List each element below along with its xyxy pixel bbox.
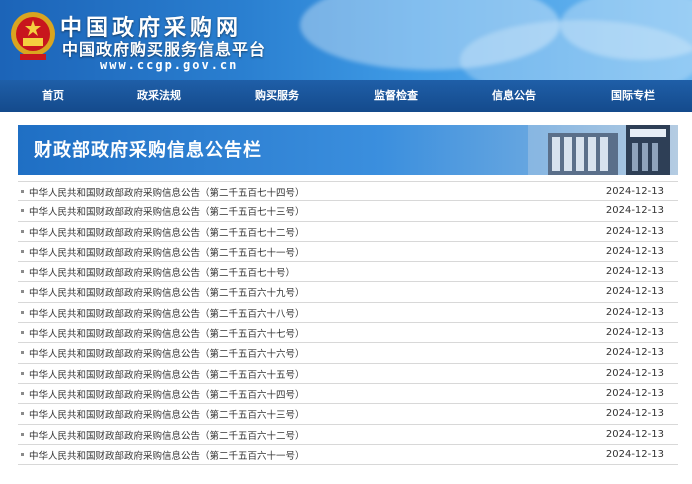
nav-item-supervision[interactable]: 监督检查 — [363, 80, 429, 112]
list-item: 中华人民共和国财政部政府采购信息公告（第二千五百七十一号） 2024-12-13 — [18, 242, 678, 263]
notice-list: 中华人民共和国财政部政府采购信息公告（第二千五百七十四号） 2024-12-13 中… — [18, 181, 678, 466]
site-header: 中国政府采购网 中国政府购买服务信息平台 www.ccgp.gov.cn — [0, 0, 692, 80]
list-item: 中华人民共和国财政部政府采购信息公告（第二千五百七十三号） 2024-12-13 — [18, 201, 678, 222]
nav-item-announcements[interactable]: 信息公告 — [481, 80, 547, 112]
list-item: 中华人民共和国财政部政府采购信息公告（第二千五百六十六号） 2024-12-13 — [18, 343, 678, 364]
bullet-icon — [21, 391, 24, 395]
notice-date: 2024-12-13 — [605, 245, 664, 257]
list-item: 中华人民共和国财政部政府采购信息公告（第二千五百七十四号） 2024-12-13 — [18, 181, 678, 202]
notice-title-link[interactable]: 中华人民共和国财政部政府采购信息公告（第二千五百六十七号） — [29, 326, 305, 340]
notice-title-link[interactable]: 中华人民共和国财政部政府采购信息公告（第二千五百七十四号） — [29, 185, 305, 199]
bullet-icon — [21, 310, 24, 314]
nav-item-home[interactable]: 首页 — [20, 80, 86, 112]
list-item: 中华人民共和国财政部政府采购信息公告（第二千五百六十三号） 2024-12-13 — [18, 404, 678, 425]
notice-date: 2024-12-13 — [605, 367, 664, 379]
notice-title-link[interactable]: 中华人民共和国财政部政府采购信息公告（第二千五百七十三号） — [29, 204, 305, 218]
list-item: 中华人民共和国财政部政府采购信息公告（第二千五百六十七号） 2024-12-13 — [18, 323, 678, 344]
notice-date: 2024-12-13 — [605, 448, 664, 460]
notice-title-link[interactable]: 中华人民共和国财政部政府采购信息公告（第二千五百六十三号） — [29, 407, 305, 421]
list-item: 中华人民共和国财政部政府采购信息公告（第二千五百六十九号） 2024-12-13 — [18, 282, 678, 303]
notice-title-link[interactable]: 中华人民共和国财政部政府采购信息公告（第二千五百六十九号） — [29, 285, 305, 299]
notice-date: 2024-12-13 — [605, 266, 664, 278]
bullet-icon — [21, 229, 24, 233]
bullet-icon — [21, 190, 24, 193]
notice-date: 2024-12-13 — [605, 306, 664, 318]
notice-date: 2024-12-13 — [605, 205, 664, 217]
main-nav: 首页 政采法规 购买服务 监督检查 信息公告 国际专栏 — [0, 80, 692, 112]
bullet-icon — [21, 290, 24, 294]
notice-title-link[interactable]: 中华人民共和国财政部政府采购信息公告（第二千五百六十四号） — [29, 387, 305, 401]
notice-title-link[interactable]: 中华人民共和国财政部政府采购信息公告（第二千五百六十五号） — [29, 367, 305, 381]
board-header: 财政部政府采购信息公告栏 — [18, 125, 678, 175]
bullet-icon — [21, 371, 24, 375]
notice-title-link[interactable]: 中华人民共和国财政部政府采购信息公告（第二千五百六十二号） — [29, 428, 305, 442]
bullet-icon — [21, 432, 24, 436]
nav-item-international[interactable]: 国际专栏 — [600, 80, 666, 112]
list-item: 中华人民共和国财政部政府采购信息公告（第二千五百六十五号） 2024-12-13 — [18, 364, 678, 384]
notice-date: 2024-12-13 — [605, 225, 664, 237]
notice-date: 2024-12-13 — [605, 428, 664, 440]
list-item: 中华人民共和国财政部政府采购信息公告（第二千五百六十八号） 2024-12-13 — [18, 303, 678, 324]
bullet-icon — [21, 270, 24, 274]
notice-date: 2024-12-13 — [605, 327, 664, 339]
nav-item-purchase-services[interactable]: 购买服务 — [244, 80, 310, 112]
notice-title-link[interactable]: 中华人民共和国财政部政府采购信息公告（第二千五百六十一号） — [29, 448, 305, 462]
site-url: www.ccgp.gov.cn — [100, 58, 239, 72]
bullet-icon — [21, 209, 24, 213]
notice-date: 2024-12-13 — [605, 347, 664, 359]
notice-date: 2024-12-13 — [605, 408, 664, 420]
list-item: 中华人民共和国财政部政府采购信息公告（第二千五百六十一号） 2024-12-13 — [18, 445, 678, 466]
nav-item-regulations[interactable]: 政采法规 — [126, 80, 192, 112]
notice-title-link[interactable]: 中华人民共和国财政部政府采购信息公告（第二千五百六十八号） — [29, 306, 305, 320]
bullet-icon — [21, 412, 24, 416]
notice-date: 2024-12-13 — [605, 387, 664, 399]
bullet-icon — [21, 249, 24, 253]
building-image — [528, 125, 678, 175]
notice-title-link[interactable]: 中华人民共和国财政部政府采购信息公告（第二千五百六十六号） — [29, 346, 305, 360]
bullet-icon — [21, 351, 24, 355]
list-item: 中华人民共和国财政部政府采购信息公告（第二千五百七十号） 2024-12-13 — [18, 262, 678, 283]
notice-date: 2024-12-13 — [605, 186, 664, 197]
list-item: 中华人民共和国财政部政府采购信息公告（第二千五百六十四号） 2024-12-13 — [18, 384, 678, 405]
notice-date: 2024-12-13 — [605, 286, 664, 298]
notice-title-link[interactable]: 中华人民共和国财政部政府采购信息公告（第二千五百七十二号） — [29, 225, 305, 239]
bullet-icon — [21, 331, 24, 335]
notice-title-link[interactable]: 中华人民共和国财政部政府采购信息公告（第二千五百七十一号） — [29, 245, 305, 259]
board-title: 财政部政府采购信息公告栏 — [34, 140, 262, 161]
national-emblem-icon — [11, 12, 55, 60]
list-item: 中华人民共和国财政部政府采购信息公告（第二千五百六十二号） 2024-12-13 — [18, 425, 678, 445]
notice-title-link[interactable]: 中华人民共和国财政部政府采购信息公告（第二千五百七十号） — [29, 265, 295, 279]
site-subtitle: 中国政府购买服务信息平台 — [62, 40, 267, 59]
list-item: 中华人民共和国财政部政府采购信息公告（第二千五百七十二号） 2024-12-13 — [18, 222, 678, 242]
bullet-icon — [21, 452, 24, 456]
